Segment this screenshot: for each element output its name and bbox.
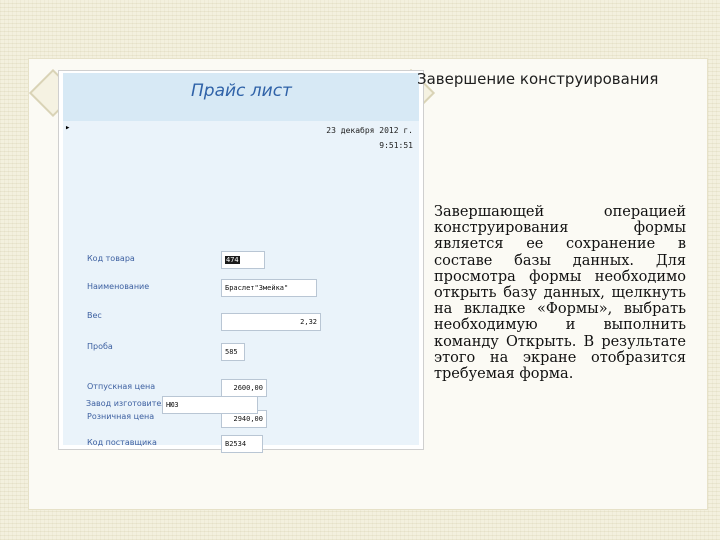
supplier-code-input[interactable]: B2534 — [221, 435, 263, 453]
field-label-name: Наименование — [87, 282, 150, 291]
slide-title: Завершение конструирования — [417, 70, 659, 88]
weight-input[interactable]: 2,32 — [221, 313, 321, 331]
form-time: 9:51:51 — [379, 141, 413, 150]
manufacturer-input[interactable]: НЮЗ — [162, 396, 258, 414]
record-selector[interactable]: ▸ — [65, 123, 75, 135]
field-label-manufacturer: Завод изготовитель — [86, 399, 172, 408]
name-input[interactable]: Браслет"Змейка" — [221, 279, 317, 297]
form-header: Прайс лист — [63, 73, 419, 121]
wholesale-price-input[interactable]: 2600,00 — [221, 379, 267, 397]
field-label-supplier-code: Код поставщика — [87, 438, 157, 447]
assay-input[interactable]: 585 — [221, 343, 245, 361]
product-code-input[interactable]: 474 — [221, 251, 265, 269]
slide-body-text: Завершающей операцией конструирования фо… — [434, 204, 686, 383]
form-date: 23 декабря 2012 г. — [326, 126, 413, 135]
field-value: 474 — [225, 256, 240, 264]
field-label-retail-price: Розничная цена — [87, 412, 155, 421]
form-title: Прайс лист — [191, 81, 292, 101]
field-label-assay: Проба — [87, 342, 113, 351]
field-label-product-code: Код товара — [87, 254, 135, 263]
form-screenshot: Прайс лист ▸ 23 декабря 2012 г. 9:51:51 … — [58, 70, 424, 453]
field-label-weight: Вес — [87, 311, 102, 320]
field-label-wholesale-price: Отпускная цена — [87, 382, 156, 391]
